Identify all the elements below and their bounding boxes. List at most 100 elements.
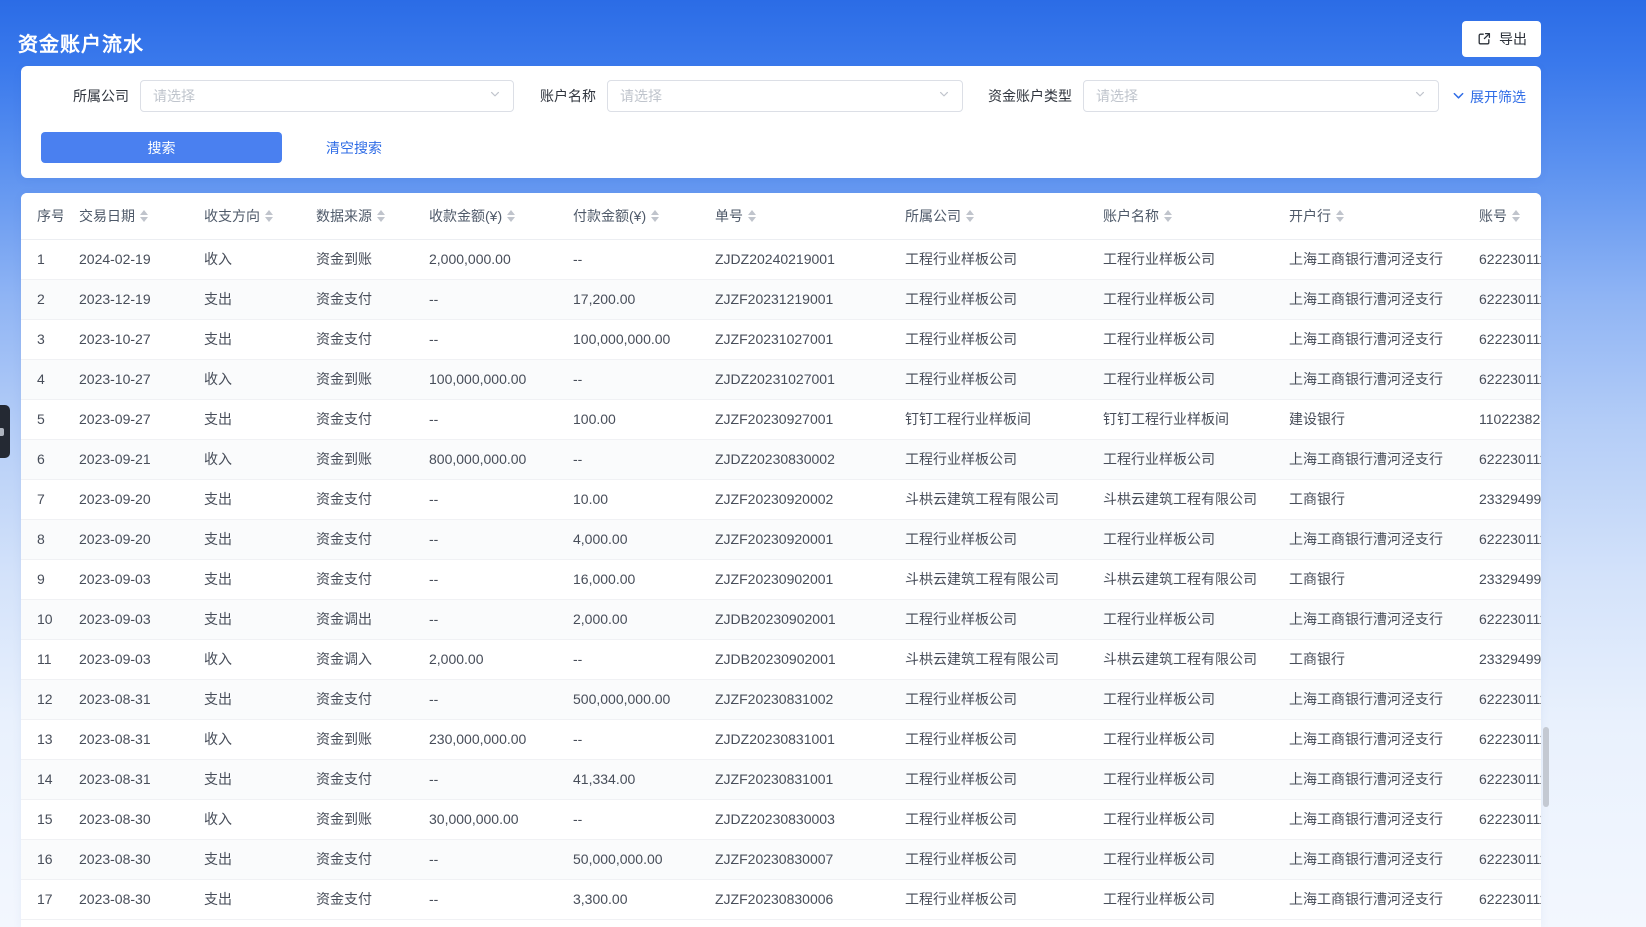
cell-date: 2023-09-03 (63, 559, 188, 599)
cell-date: 2023-09-03 (63, 599, 188, 639)
cell-payment: 50,000,000.00 (557, 839, 699, 879)
filter-label: 所属公司 (73, 86, 129, 106)
cell-source: 资金调入 (300, 639, 413, 679)
table-row: 112023-09-03收入资金调入2,000.00--ZJDB20230902… (21, 639, 1541, 679)
column-label: 单号 (715, 206, 743, 226)
cell-source: 资金到账 (300, 439, 413, 479)
cell-order_no: ZJDB20230902001 (699, 599, 889, 639)
cell-account_name: 工程行业样板公司 (1087, 679, 1273, 719)
cell-payment: 10.00 (557, 479, 699, 519)
export-button[interactable]: 导出 (1462, 21, 1541, 57)
column-header-account_no[interactable]: 账号 (1463, 193, 1541, 239)
sort-carets-icon (651, 210, 659, 222)
cell-source: 资金到账 (300, 719, 413, 759)
cell-order_no: ZJZF20231219001 (699, 279, 889, 319)
vertical-scrollbar[interactable] (1543, 727, 1549, 807)
cell-bank: 上海工商银行漕河泾支行 (1273, 799, 1463, 839)
cell-bank: 上海工商银行漕河泾支行 (1273, 439, 1463, 479)
cell-source: 资金支付 (300, 479, 413, 519)
cell-payment: 4,000.00 (557, 519, 699, 559)
cell-account_name: 工程行业样板公司 (1087, 599, 1273, 639)
cell-account_no: 233294994 (1463, 479, 1541, 519)
filter-select[interactable]: 请选择 (140, 80, 514, 112)
transactions-table: 序号交易日期 收支方向 数据来源 收款金额(¥) 付款金额(¥) 单号 所属公司账户名称开户… (21, 193, 1541, 920)
cell-receipt: -- (413, 399, 557, 439)
cell-payment: -- (557, 719, 699, 759)
column-header-account_name[interactable]: 账户名称 (1087, 193, 1273, 239)
cell-no: 4 (21, 359, 63, 399)
cell-company: 工程行业样板公司 (889, 759, 1087, 799)
cell-source: 资金支付 (300, 519, 413, 559)
cell-bank: 上海工商银行漕河泾支行 (1273, 879, 1463, 919)
column-label: 收支方向 (204, 206, 260, 226)
cell-date: 2023-08-30 (63, 879, 188, 919)
cell-order_no: ZJZF20230920002 (699, 479, 889, 519)
cell-receipt: -- (413, 519, 557, 559)
column-label: 账号 (1479, 206, 1507, 226)
filter-label: 账户名称 (540, 86, 596, 106)
expand-filter-link[interactable]: 展开筛选 (1452, 87, 1526, 107)
filter-select[interactable]: 请选择 (1083, 80, 1439, 112)
column-label: 收款金额(¥) (429, 206, 502, 226)
cell-direction: 支出 (188, 279, 300, 319)
filter-label: 资金账户类型 (988, 86, 1072, 106)
cell-payment: -- (557, 639, 699, 679)
select-placeholder: 请选择 (1096, 86, 1138, 106)
column-header-no: 序号 (21, 193, 63, 239)
cell-payment: -- (557, 359, 699, 399)
table-row: 12024-02-19收入资金到账2,000,000.00--ZJDZ20240… (21, 239, 1541, 279)
cell-receipt: 100,000,000.00 (413, 359, 557, 399)
cell-order_no: ZJDZ20231027001 (699, 359, 889, 399)
cell-no: 14 (21, 759, 63, 799)
filter-select[interactable]: 请选择 (607, 80, 963, 112)
cell-account_name: 工程行业样板公司 (1087, 439, 1273, 479)
cell-payment: 500,000,000.00 (557, 679, 699, 719)
cell-bank: 上海工商银行漕河泾支行 (1273, 839, 1463, 879)
cell-no: 5 (21, 399, 63, 439)
column-header-bank[interactable]: 开户行 (1273, 193, 1463, 239)
cell-no: 3 (21, 319, 63, 359)
cell-direction: 支出 (188, 879, 300, 919)
cell-source: 资金支付 (300, 319, 413, 359)
column-header-direction[interactable]: 收支方向 (188, 193, 300, 239)
cell-date: 2023-09-20 (63, 479, 188, 519)
cell-date: 2023-09-20 (63, 519, 188, 559)
cell-date: 2023-09-27 (63, 399, 188, 439)
cell-direction: 支出 (188, 759, 300, 799)
column-header-company[interactable]: 所属公司 (889, 193, 1087, 239)
cell-order_no: ZJZF20230830006 (699, 879, 889, 919)
search-button[interactable]: 搜索 (41, 132, 282, 163)
column-header-payment[interactable]: 付款金额(¥) (557, 193, 699, 239)
column-header-receipt[interactable]: 收款金额(¥) (413, 193, 557, 239)
cell-receipt: -- (413, 599, 557, 639)
column-label: 交易日期 (79, 206, 135, 226)
cell-order_no: ZJDZ20230830003 (699, 799, 889, 839)
clear-search-link[interactable]: 清空搜索 (326, 138, 382, 158)
cell-bank: 建设银行 (1273, 399, 1463, 439)
table-header-row: 序号交易日期 收支方向 数据来源 收款金额(¥) 付款金额(¥) 单号 所属公司账户名称开户… (21, 193, 1541, 239)
cell-date: 2023-08-31 (63, 679, 188, 719)
table-row: 132023-08-31收入资金到账230,000,000.00--ZJDZ20… (21, 719, 1541, 759)
column-header-date[interactable]: 交易日期 (63, 193, 188, 239)
cell-account_name: 钉钉工程行业样板间 (1087, 399, 1273, 439)
cell-receipt: -- (413, 879, 557, 919)
sidebar-collapse-tab[interactable] (0, 405, 10, 458)
cell-direction: 收入 (188, 239, 300, 279)
column-header-order_no[interactable]: 单号 (699, 193, 889, 239)
cell-account_no: 233294994 (1463, 559, 1541, 599)
column-header-source[interactable]: 数据来源 (300, 193, 413, 239)
cell-bank: 上海工商银行漕河泾支行 (1273, 519, 1463, 559)
table-row: 122023-08-31支出资金支付--500,000,000.00ZJZF20… (21, 679, 1541, 719)
chevron-down-icon (938, 87, 950, 105)
sort-carets-icon (1164, 210, 1172, 222)
cell-date: 2024-02-19 (63, 239, 188, 279)
top-header-bar: 资金账户流水 导出 (0, 0, 1646, 66)
cell-direction: 支出 (188, 559, 300, 599)
column-label: 数据来源 (316, 206, 372, 226)
cell-payment: -- (557, 239, 699, 279)
cell-source: 资金支付 (300, 839, 413, 879)
cell-account_name: 工程行业样板公司 (1087, 239, 1273, 279)
cell-account_no: 233294994 (1463, 639, 1541, 679)
cell-payment: 17,200.00 (557, 279, 699, 319)
cell-order_no: ZJDB20230902001 (699, 639, 889, 679)
